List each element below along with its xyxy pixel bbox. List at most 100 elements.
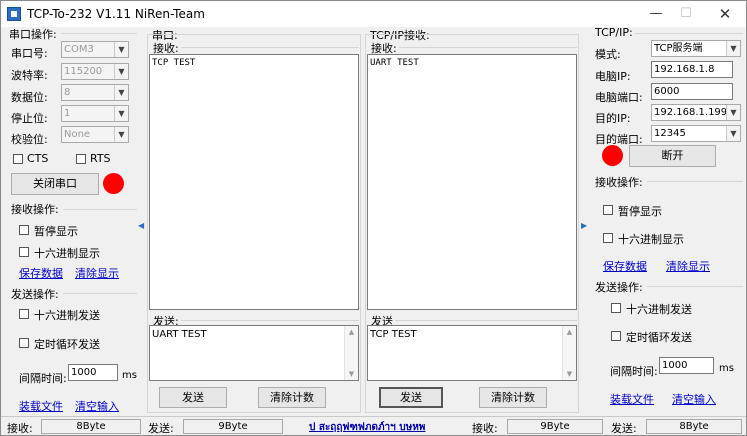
serial-recv-text: TCP TEST (152, 58, 196, 68)
pc-ip-input[interactable]: 192.168.1.8 (651, 61, 733, 78)
left-splitter[interactable]: ◀ (138, 29, 144, 413)
tcp-recv-text: UART TEST (370, 58, 419, 68)
scrollbar[interactable]: ▲ ▼ (344, 326, 358, 380)
chevron-down-icon: ▼ (114, 85, 128, 100)
right-hex-display-label: 十六进制显示 (618, 233, 684, 246)
scroll-down-icon: ▼ (566, 370, 573, 378)
status-recv2-label: 接收: (472, 422, 498, 435)
baud-label: 波特率: (11, 69, 48, 82)
mode-select[interactable]: TCP服务端 ▼ (651, 40, 741, 57)
target-ip-select[interactable]: 192.168.1.199 ▼ (651, 104, 741, 121)
serial-clear-count-button[interactable]: 清除计数 (258, 387, 326, 408)
baud-select[interactable]: 115200 ▼ (61, 63, 129, 80)
right-hex-send-checkbox[interactable] (611, 303, 621, 313)
status-center-link[interactable]: ป สะฤฤฟฑฟภดภ์าฯ บษหพ (309, 420, 425, 435)
parity-select[interactable]: None ▼ (61, 126, 129, 143)
recv-ops-title: 接收操作: (11, 203, 59, 216)
tcpip-title: TCP/IP: (595, 26, 633, 39)
clear-input-link[interactable]: 清空输入 (75, 398, 119, 414)
right-clear-input-link[interactable]: 清空输入 (672, 391, 716, 407)
port-label: 串口号: (11, 47, 48, 60)
minimize-button[interactable]: — (641, 3, 671, 25)
loop-send-checkbox[interactable] (19, 338, 29, 348)
right-splitter[interactable]: ▶ (581, 29, 587, 413)
right-save-data-link[interactable]: 保存数据 (603, 258, 647, 274)
scroll-up-icon: ▲ (348, 328, 355, 336)
send-ops-title: 发送操作: (11, 288, 59, 301)
tcp-receive-area[interactable]: UART TEST (367, 54, 577, 310)
status-recv2-value: 9Byte (507, 419, 603, 434)
serial-send-area[interactable]: UART TEST ▲ ▼ (149, 325, 359, 381)
pause-display-checkbox[interactable] (19, 225, 29, 235)
status-recv-label: 接收: (7, 422, 33, 435)
rts-checkbox[interactable] (76, 154, 86, 164)
target-ip-label: 目的IP: (595, 112, 631, 125)
serial-ops-title: 串口操作: (9, 28, 57, 41)
cts-checkbox[interactable] (13, 154, 23, 164)
save-data-link[interactable]: 保存数据 (19, 265, 63, 281)
pause-display-label: 暂停显示 (34, 225, 78, 238)
right-pause-display-checkbox[interactable] (603, 205, 613, 215)
tcp-send-area[interactable]: TCP TEST ▲ ▼ (367, 325, 577, 381)
collapse-left-icon: ◀ (138, 221, 145, 230)
stopbits-select[interactable]: 1 ▼ (61, 105, 129, 122)
load-file-link[interactable]: 装载文件 (19, 398, 63, 414)
port-select[interactable]: COM3 ▼ (61, 41, 129, 58)
maximize-button[interactable]: ☐ (671, 3, 701, 25)
right-clear-display-link[interactable]: 清除显示 (666, 258, 710, 274)
cts-label: CTS (27, 152, 49, 165)
databits-value: 8 (64, 87, 71, 98)
hex-send-checkbox[interactable] (19, 309, 29, 319)
interval-input[interactable]: 1000 (68, 364, 118, 381)
hex-display-label: 十六进制显示 (34, 247, 100, 260)
chevron-down-icon: ▼ (726, 41, 740, 56)
serial-send-text: UART TEST (152, 329, 207, 340)
interval-unit: ms (122, 370, 137, 381)
close-window-button[interactable]: ✕ (710, 3, 740, 25)
target-port-value: 12345 (654, 128, 686, 139)
mode-label: 模式: (595, 48, 621, 61)
right-load-file-link[interactable]: 装载文件 (610, 391, 654, 407)
serial-send-button[interactable]: 发送 (159, 387, 227, 408)
baud-value: 115200 (64, 66, 103, 77)
window-title: TCP-To-232 V1.11 NiRen-Team (27, 7, 205, 21)
collapse-right-icon: ▶ (581, 221, 588, 230)
port-value: COM3 (64, 44, 94, 55)
app-window: TCP-To-232 V1.11 NiRen-Team — ☐ ✕ 串口操作: … (0, 0, 747, 436)
tcp-send-button[interactable]: 发送 (379, 387, 443, 408)
pc-ip-label: 电脑IP: (595, 70, 631, 83)
target-port-select[interactable]: 12345 ▼ (651, 125, 741, 142)
scrollbar[interactable]: ▲ ▼ (562, 326, 576, 380)
right-hex-display-checkbox[interactable] (603, 233, 613, 243)
right-loop-send-label: 定时循环发送 (626, 331, 692, 344)
stopbits-value: 1 (64, 108, 71, 119)
status-bar: 接收: 8Byte 发送: 9Byte ป สะฤฤฟฑฟภดภ์าฯ บษหพ… (1, 416, 746, 435)
tcp-status-indicator (602, 145, 623, 166)
clear-display-link[interactable]: 清除显示 (75, 265, 119, 281)
disconnect-button[interactable]: 断开 (629, 145, 716, 167)
right-interval-input[interactable]: 1000 (659, 357, 714, 374)
chevron-down-icon: ▼ (114, 64, 128, 79)
databits-select[interactable]: 8 ▼ (61, 84, 129, 101)
right-hex-send-label: 十六进制发送 (626, 303, 692, 316)
chevron-down-icon: ▼ (114, 42, 128, 57)
tcp-send-text: TCP TEST (370, 329, 417, 340)
pc-port-input[interactable]: 6000 (651, 83, 733, 100)
status-recv-value: 8Byte (41, 419, 141, 434)
loop-send-label: 定时循环发送 (34, 338, 100, 351)
databits-label: 数据位: (11, 91, 48, 104)
chevron-down-icon: ▼ (114, 106, 128, 121)
serial-receive-area[interactable]: TCP TEST (149, 54, 359, 310)
hex-display-checkbox[interactable] (19, 247, 29, 257)
chevron-down-icon: ▼ (114, 127, 128, 142)
close-port-button[interactable]: 关闭串口 (11, 173, 99, 195)
parity-value: None (64, 129, 91, 140)
hex-send-label: 十六进制发送 (34, 309, 100, 322)
tcp-clear-count-button[interactable]: 清除计数 (479, 387, 547, 408)
chevron-down-icon: ▼ (726, 105, 740, 120)
right-loop-send-checkbox[interactable] (611, 331, 621, 341)
rts-label: RTS (90, 152, 111, 165)
right-interval-unit: ms (719, 363, 734, 374)
right-recv-ops-title: 接收操作: (595, 176, 643, 189)
status-send-value: 9Byte (183, 419, 283, 434)
